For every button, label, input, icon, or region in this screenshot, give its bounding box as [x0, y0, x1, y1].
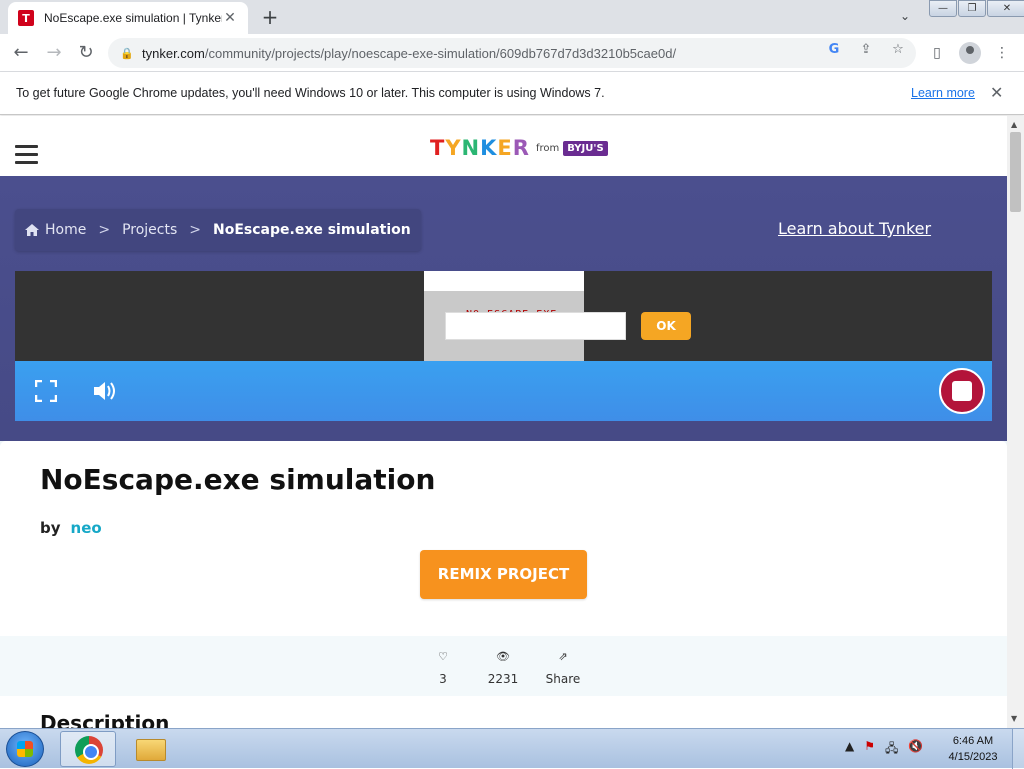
lock-icon: 🔒 — [120, 46, 134, 60]
tab-title: NoEscape.exe simulation | Tynker — [44, 11, 222, 25]
taskbar-chrome[interactable] — [60, 731, 116, 767]
taskbar-explorer[interactable] — [122, 731, 178, 767]
forward-arrow-icon[interactable]: → — [42, 41, 66, 65]
likes-stat[interactable]: ♡ 3 — [413, 650, 473, 686]
views-count: 2231 — [487, 672, 519, 686]
views-stat: 👁 2231 — [473, 650, 533, 686]
clock-date: 4/15/2023 — [948, 751, 998, 763]
url-text: tynker.com/community/projects/play/noesc… — [142, 45, 677, 61]
tab-strip: T NoEscape.exe simulation | Tynker ✕ + ⌄… — [0, 0, 1024, 34]
project-info-card: NoEscape.exe simulation by neo REMIX PROJ… — [0, 441, 1007, 636]
new-tab-button[interactable]: + — [258, 5, 282, 29]
infobar-close-icon[interactable]: ✕ — [990, 83, 1003, 102]
page-scrollbar[interactable]: ▲ ▼ — [1007, 116, 1024, 728]
address-bar[interactable]: 🔒 tynker.com/community/projects/play/noe… — [108, 38, 916, 68]
side-panel-icon[interactable]: ▯ — [927, 43, 947, 63]
page-content: TYNKER from BYJU'S Home > Projects > NoE… — [0, 116, 1007, 728]
share-stat[interactable]: ⇗ Share — [533, 650, 593, 686]
system-tray: ▲ ⚑ 🖧 🔇 — [845, 739, 923, 760]
project-byline: by neo — [40, 519, 102, 537]
restore-button[interactable]: ❐ — [958, 0, 986, 17]
hamburger-menu-icon[interactable] — [15, 145, 38, 169]
home-icon — [25, 224, 39, 236]
eye-icon: 👁 — [496, 650, 510, 663]
share-icon: ⇗ — [558, 650, 568, 663]
scroll-down-icon[interactable]: ▼ — [1011, 714, 1017, 723]
tab-close-icon[interactable]: ✕ — [222, 10, 238, 26]
bookmark-star-icon[interactable]: ☆ — [889, 41, 907, 59]
game-ok-button[interactable]: OK — [641, 312, 691, 340]
scrollbar-thumb[interactable] — [1010, 132, 1021, 212]
breadcrumb-home[interactable]: Home — [45, 222, 86, 238]
breadcrumb: Home > Projects > NoEscape.exe simulatio… — [15, 209, 421, 251]
project-hero: Home > Projects > NoEscape.exe simulatio… — [0, 176, 1007, 441]
project-stats: ♡ 3 👁 2231 ⇗ Share — [0, 636, 1007, 696]
share-page-icon[interactable]: ⇪ — [857, 41, 875, 59]
game-header — [424, 271, 584, 291]
profile-avatar[interactable] — [959, 42, 981, 64]
logo-from-text: from — [535, 142, 560, 154]
tynker-favicon-icon: T — [18, 10, 34, 26]
description-heading: Description — [40, 711, 170, 728]
byjus-logo: BYJU'S — [563, 140, 608, 156]
google-lens-icon[interactable]: G — [825, 41, 843, 59]
chrome-icon — [75, 736, 103, 764]
remix-project-button[interactable]: REMIX PROJECT — [420, 550, 587, 599]
minimize-button[interactable]: — — [929, 0, 957, 17]
clock-time: 6:46 AM — [952, 735, 994, 747]
breadcrumb-separator: > — [98, 222, 111, 238]
back-arrow-icon[interactable]: ← — [9, 41, 33, 65]
breadcrumb-projects[interactable]: Projects — [122, 222, 177, 238]
scroll-up-icon[interactable]: ▲ — [1011, 120, 1017, 129]
show-desktop-button[interactable] — [1012, 729, 1024, 769]
learn-more-link[interactable]: Learn more — [911, 86, 975, 100]
reload-icon[interactable]: ↻ — [74, 41, 98, 65]
breadcrumb-separator: > — [189, 222, 202, 238]
tynker-logo[interactable]: TYNKER from BYJU'S — [430, 136, 608, 160]
site-header: TYNKER from BYJU'S — [0, 116, 1007, 176]
volume-icon[interactable] — [92, 379, 118, 403]
author-link[interactable]: neo — [71, 519, 102, 537]
window-controls: — ❐ ✕ — [928, 0, 1024, 18]
learn-about-tynker-link[interactable]: Learn about Tynker — [778, 219, 931, 238]
volume-muted-icon[interactable]: 🔇 — [908, 739, 923, 760]
player-controls — [15, 361, 992, 421]
browser-tab[interactable]: T NoEscape.exe simulation | Tynker ✕ — [8, 2, 248, 34]
project-player: NO ESCAPE.EXE OK — [15, 271, 992, 421]
menu-kebab-icon[interactable]: ⋮ — [992, 43, 1012, 63]
network-icon[interactable]: 🖧 — [885, 739, 898, 760]
action-center-flag-icon[interactable]: ⚑ — [864, 739, 875, 760]
breadcrumb-current: NoEscape.exe simulation — [213, 222, 411, 238]
update-infobar: To get future Google Chrome updates, you… — [0, 72, 1024, 115]
infobar-message: To get future Google Chrome updates, you… — [16, 86, 605, 100]
description-section: Description — [0, 696, 1007, 728]
folder-icon — [136, 739, 166, 761]
share-label: Share — [545, 672, 581, 686]
close-window-button[interactable]: ✕ — [987, 0, 1024, 17]
fullscreen-icon[interactable] — [34, 379, 58, 403]
by-label: by — [40, 519, 61, 537]
likes-count: 3 — [439, 672, 447, 686]
game-text-input[interactable] — [445, 312, 626, 340]
tab-search-icon[interactable]: ⌄ — [895, 6, 915, 26]
heart-icon: ♡ — [438, 650, 448, 663]
tynker-wordmark: TYNKER — [430, 136, 530, 160]
windows-taskbar: ▲ ⚑ 🖧 🔇 6:46 AM 4/15/2023 — [0, 728, 1024, 769]
project-title: NoEscape.exe simulation — [40, 463, 436, 496]
taskbar-clock[interactable]: 6:46 AM 4/15/2023 — [940, 733, 1006, 765]
tray-expand-icon[interactable]: ▲ — [845, 739, 854, 760]
stop-button[interactable] — [939, 368, 985, 414]
browser-toolbar: ← → ↻ 🔒 tynker.com/community/projects/pl… — [0, 34, 1024, 100]
start-button[interactable] — [6, 731, 44, 767]
